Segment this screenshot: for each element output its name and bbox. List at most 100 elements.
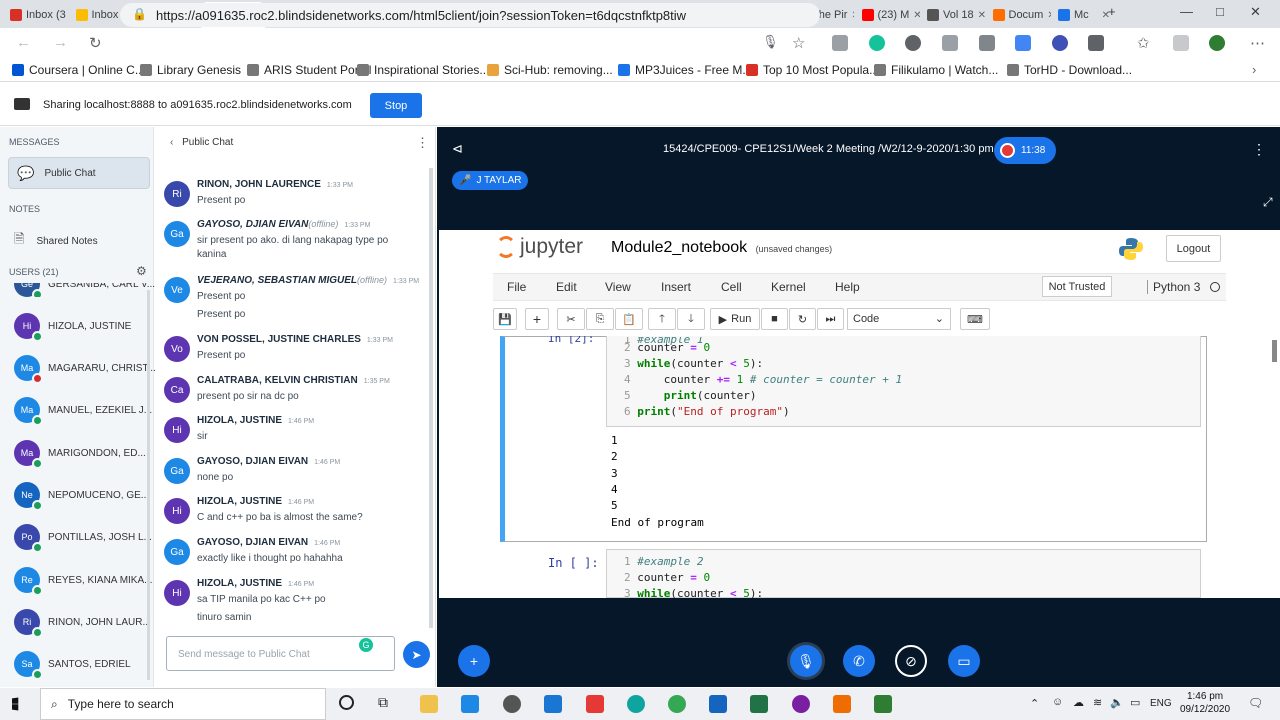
- user-list-item[interactable]: Sa SANTOS, EDRIEL: [14, 651, 131, 680]
- screen-share-button[interactable]: ▭: [948, 645, 980, 677]
- mute-mic-button[interactable]: 🎙: [790, 645, 822, 677]
- download-extension-icon[interactable]: [942, 35, 958, 51]
- mic-icon[interactable]: 🎙: [762, 34, 779, 50]
- sidebar-item-public-chat[interactable]: 💬 Public Chat: [8, 157, 150, 189]
- fast-forward-icon[interactable]: ⏭: [817, 308, 844, 330]
- menu-item-view[interactable]: View: [605, 280, 631, 294]
- cloud-icon[interactable]: ☁: [1073, 696, 1084, 709]
- save-icon[interactable]: 💾: [493, 308, 517, 330]
- app-l-icon[interactable]: [461, 695, 479, 713]
- url-field[interactable]: 🔒 https://a091635.roc2.blindsidenetworks…: [120, 3, 820, 27]
- back-icon[interactable]: ←: [16, 34, 31, 51]
- menu-item-cell[interactable]: Cell: [721, 280, 742, 294]
- profile-avatar[interactable]: [1209, 35, 1225, 51]
- chat-options-icon[interactable]: ⋮: [416, 135, 429, 151]
- user-list-item[interactable]: Ri RINON, JOHN LAUR...: [14, 609, 151, 638]
- actions-plus-button[interactable]: +: [458, 645, 490, 677]
- copy-icon[interactable]: ⎘: [586, 308, 614, 330]
- camera-off-button[interactable]: ⊘: [895, 645, 927, 677]
- forward-icon[interactable]: →: [53, 34, 68, 51]
- options-menu-icon[interactable]: ⋮: [1252, 141, 1266, 158]
- paste-icon[interactable]: 📋: [615, 308, 643, 330]
- bookmark-item[interactable]: Coursera | Online C...: [12, 63, 145, 77]
- menu-item-file[interactable]: File: [507, 280, 526, 294]
- restart-icon[interactable]: ↻: [789, 308, 816, 330]
- notification-icon[interactable]: 🗨: [1248, 696, 1263, 710]
- taskbar-search[interactable]: ⌕ Type here to search: [40, 688, 326, 720]
- people-icon[interactable]: ☺: [1052, 696, 1063, 708]
- notebook-title[interactable]: Module2_notebook (unsaved changes): [611, 239, 832, 257]
- hide-panel-icon[interactable]: ⊲: [452, 141, 463, 157]
- more-menu-icon[interactable]: ⋯: [1250, 34, 1265, 52]
- user-list-item[interactable]: Ma MARIGONDON, ED...: [14, 440, 146, 469]
- cortana-icon[interactable]: [339, 695, 354, 710]
- tab-close-icon[interactable]: ✕: [978, 10, 985, 21]
- app-check-icon[interactable]: [544, 695, 562, 713]
- move-up-icon[interactable]: 🡑: [648, 308, 676, 330]
- messenger-icon[interactable]: [792, 695, 810, 713]
- not-trusted-badge[interactable]: Not Trusted: [1042, 276, 1112, 297]
- reading-list-icon[interactable]: ✩: [1137, 34, 1150, 52]
- browser-tab[interactable]: Mc ✕: [1052, 2, 1116, 28]
- chat-header[interactable]: ‹ Public Chat: [170, 137, 233, 148]
- bookmark-item[interactable]: Filikulamo | Watch...: [874, 63, 998, 77]
- stop-sharing-button[interactable]: Stop: [370, 93, 422, 118]
- audio-phone-button[interactable]: ✆: [843, 645, 875, 677]
- bookmark-item[interactable]: Top 10 Most Popula...: [746, 63, 879, 77]
- fullscreen-icon[interactable]: ⤢: [1263, 195, 1273, 210]
- bookmark-item[interactable]: TorHD - Download...: [1007, 63, 1132, 77]
- tab-close-icon[interactable]: ✕: [851, 10, 854, 21]
- keyboard-icon[interactable]: ⌨: [960, 308, 990, 330]
- office-icon[interactable]: [586, 695, 604, 713]
- cell-type-select[interactable]: Code ⌄: [847, 308, 951, 330]
- tab-close-icon[interactable]: ✕: [1047, 10, 1050, 21]
- new-tab-button[interactable]: +: [1108, 4, 1116, 19]
- bookmark-item[interactable]: Sci-Hub: removing...: [487, 63, 613, 77]
- gear-icon[interactable]: ⚙: [136, 264, 147, 278]
- bookmarks-overflow-icon[interactable]: ›: [1252, 62, 1256, 77]
- battery-icon[interactable]: ▭: [1130, 696, 1140, 709]
- task-view-icon[interactable]: ⧉: [378, 694, 388, 711]
- minimize-button[interactable]: —: [1180, 4, 1193, 19]
- bookmark-item[interactable]: MP3Juices - Free M...: [618, 63, 752, 77]
- logout-button[interactable]: Logout: [1166, 235, 1221, 262]
- user-list-item[interactable]: Re REYES, KIANA MIKA...: [14, 567, 152, 596]
- bookmark-item[interactable]: Inspirational Stories...: [357, 63, 489, 77]
- stop-icon[interactable]: ■: [761, 308, 788, 330]
- maximize-button[interactable]: □: [1216, 4, 1224, 19]
- grammarly-icon[interactable]: G: [359, 638, 373, 652]
- powershell-icon[interactable]: [709, 695, 727, 713]
- collections-icon[interactable]: [1173, 35, 1189, 51]
- extension-icon[interactable]: [832, 35, 848, 51]
- menu-item-insert[interactable]: Insert: [661, 280, 691, 294]
- extension-icon[interactable]: [979, 35, 995, 51]
- edge-icon[interactable]: [627, 695, 645, 713]
- browser-tab[interactable]: (23) M ✕: [856, 2, 920, 28]
- bookmark-item[interactable]: ARIS Student Portal: [247, 63, 371, 77]
- app-c-icon[interactable]: [874, 695, 892, 713]
- chrome-icon[interactable]: [668, 695, 686, 713]
- menu-item-kernel[interactable]: Kernel: [771, 280, 806, 294]
- menu-item-edit[interactable]: Edit: [556, 280, 577, 294]
- volume-icon[interactable]: 🔈: [1110, 696, 1124, 709]
- extension-icon[interactable]: [905, 35, 921, 51]
- media-player-icon[interactable]: [503, 695, 521, 713]
- file-explorer-icon[interactable]: [420, 695, 438, 713]
- insert-cell-icon[interactable]: +: [525, 308, 549, 330]
- sidebar-item-shared-notes[interactable]: 🗎 Shared Notes: [14, 230, 98, 252]
- excel-icon[interactable]: [750, 695, 768, 713]
- recording-indicator[interactable]: 11:38: [994, 137, 1056, 164]
- bookmark-item[interactable]: Library Genesis: [140, 63, 241, 77]
- wifi-icon[interactable]: ≋: [1093, 696, 1102, 709]
- taskbar-clock[interactable]: 1:46 pm 09/12/2020: [1180, 690, 1230, 716]
- user-list-item[interactable]: Ne NEPOMUCENO, GE...: [14, 482, 149, 511]
- close-window-button[interactable]: ✕: [1250, 4, 1261, 20]
- notebook-scrollbar[interactable]: [1272, 340, 1277, 362]
- translate-icon[interactable]: [1015, 35, 1031, 51]
- user-list-item[interactable]: Ma MANUEL, EZEKIEL J...: [14, 397, 152, 426]
- extension-icon[interactable]: [1052, 35, 1068, 51]
- extension-icon[interactable]: [1088, 35, 1104, 51]
- reload-icon[interactable]: ↻: [89, 34, 102, 52]
- browser-tab[interactable]: Docum✕: [987, 2, 1051, 28]
- user-list-item[interactable]: Hi HIZOLA, JUSTINE: [14, 313, 131, 342]
